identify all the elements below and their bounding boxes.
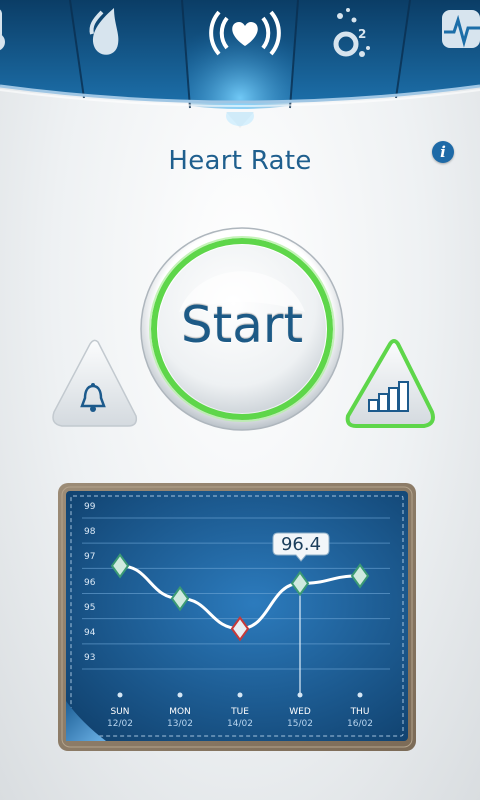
svg-text:2: 2 (358, 27, 366, 41)
bell-icon (80, 383, 106, 412)
x-day-label: MON (169, 707, 191, 717)
alarm-button[interactable] (50, 338, 138, 430)
x-axis-dot (237, 692, 243, 698)
x-day-label: THU (350, 707, 370, 717)
heart-rate-icon[interactable] (205, 4, 281, 74)
start-label: Start (180, 296, 304, 354)
x-day-label: TUE (231, 707, 249, 717)
y-tick-label: 96 (84, 577, 96, 588)
active-indicator-notch (226, 112, 254, 128)
y-tick-label: 94 (84, 627, 96, 638)
page-title: Heart Rate (168, 146, 312, 176)
y-tick-label: 93 (84, 653, 96, 663)
x-date-label: 14/02 (227, 719, 253, 729)
info-button[interactable]: i (432, 141, 454, 163)
x-date-label: 16/02 (347, 719, 373, 729)
x-day-label: WED (289, 707, 311, 717)
header-dial: 2 (0, 0, 480, 120)
y-tick-label: 95 (84, 602, 96, 613)
y-tick-label: 99 (84, 502, 96, 512)
x-axis-dot (357, 692, 363, 698)
y-tick-label: 97 (84, 552, 96, 563)
x-day-label: SUN (110, 707, 130, 717)
y-tick-label: 98 (84, 527, 96, 538)
x-date-label: 12/02 (107, 719, 133, 729)
selected-value-label: 96.4 (280, 534, 322, 555)
bar-chart-icon (368, 381, 409, 412)
thermometer-icon[interactable] (0, 4, 46, 74)
start-button[interactable]: Start (139, 226, 345, 432)
selected-value-callout: 96.4 (272, 532, 330, 562)
history-button[interactable] (344, 338, 436, 430)
x-axis-dot (177, 692, 183, 698)
x-date-label: 15/02 (287, 719, 313, 729)
x-axis-dot (117, 692, 123, 698)
x-date-label: 13/02 (167, 719, 193, 729)
drop-icon[interactable] (84, 4, 154, 74)
oxygen-icon[interactable]: 2 (326, 4, 396, 74)
ecg-icon[interactable] (436, 4, 480, 74)
x-axis-dot (297, 692, 303, 698)
